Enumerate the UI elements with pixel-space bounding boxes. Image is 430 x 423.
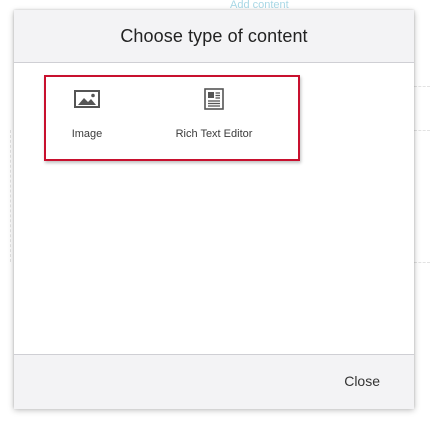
dialog-header: Choose type of content — [14, 10, 414, 63]
dialog-body: Image Rich Text Editor — [14, 63, 414, 354]
dialog-title: Choose type of content — [120, 25, 308, 46]
content-type-image[interactable]: Image — [64, 88, 110, 140]
rich-text-editor-icon — [200, 88, 228, 110]
background-divider — [10, 130, 11, 262]
content-type-label: Image — [71, 128, 103, 140]
content-type-rich-text-editor[interactable]: Rich Text Editor — [164, 88, 264, 140]
image-icon — [73, 88, 101, 110]
background-add-content-link: Add content — [230, 0, 289, 8]
background-divider — [414, 262, 430, 263]
content-type-label: Rich Text Editor — [175, 128, 253, 140]
dialog-footer: Close — [14, 354, 414, 409]
content-type-dialog: Choose type of content Image Rich Text E… — [14, 10, 414, 409]
background-divider — [414, 130, 430, 131]
close-button[interactable]: Close — [344, 373, 380, 389]
background-divider — [414, 86, 430, 87]
